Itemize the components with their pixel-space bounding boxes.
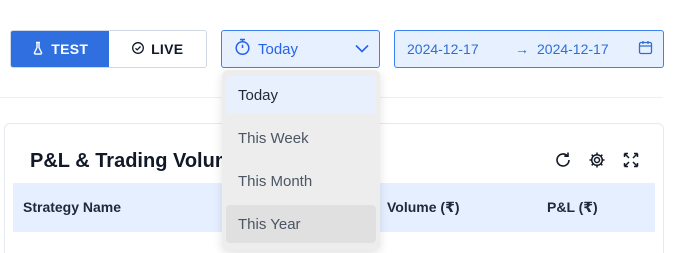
date-range-select-value: Today bbox=[258, 40, 299, 58]
live-mode-button[interactable]: LIVE bbox=[108, 31, 206, 67]
date-range-separator: → bbox=[515, 41, 529, 57]
menu-item-this-week[interactable]: This Week bbox=[226, 119, 376, 157]
live-signal-icon bbox=[131, 41, 145, 58]
menu-item-this-month[interactable]: This Month bbox=[226, 162, 376, 200]
chevron-down-icon bbox=[355, 40, 369, 58]
menu-item-today[interactable]: Today bbox=[226, 76, 376, 114]
flask-icon bbox=[31, 41, 45, 58]
test-mode-button[interactable]: TEST bbox=[11, 31, 109, 67]
live-mode-label: LIVE bbox=[151, 41, 184, 57]
column-header-strategy-name[interactable]: Strategy Name bbox=[23, 199, 121, 215]
calendar-icon[interactable] bbox=[638, 40, 653, 58]
card-title: P&L & Trading Volume bbox=[30, 150, 244, 172]
column-header-pnl[interactable]: P&L (₹) bbox=[547, 199, 598, 216]
date-range-dropdown-menu: Today This Week This Month This Year bbox=[222, 70, 380, 250]
test-mode-label: TEST bbox=[51, 41, 89, 57]
end-date-field[interactable]: 2024-12-17 bbox=[537, 41, 638, 57]
card-toolbar bbox=[553, 150, 641, 170]
gear-icon[interactable] bbox=[587, 150, 607, 170]
stopwatch-icon bbox=[234, 38, 251, 61]
menu-item-this-year[interactable]: This Year bbox=[226, 205, 376, 243]
mode-toggle: TEST LIVE bbox=[10, 30, 207, 68]
start-date-field[interactable]: 2024-12-17 bbox=[407, 41, 507, 57]
date-range-select[interactable]: Today bbox=[221, 30, 380, 68]
refresh-icon[interactable] bbox=[553, 150, 573, 170]
column-header-volume[interactable]: Volume (₹) bbox=[387, 199, 459, 216]
date-range-picker[interactable]: 2024-12-17 → 2024-12-17 bbox=[394, 30, 664, 68]
expand-icon[interactable] bbox=[621, 150, 641, 170]
